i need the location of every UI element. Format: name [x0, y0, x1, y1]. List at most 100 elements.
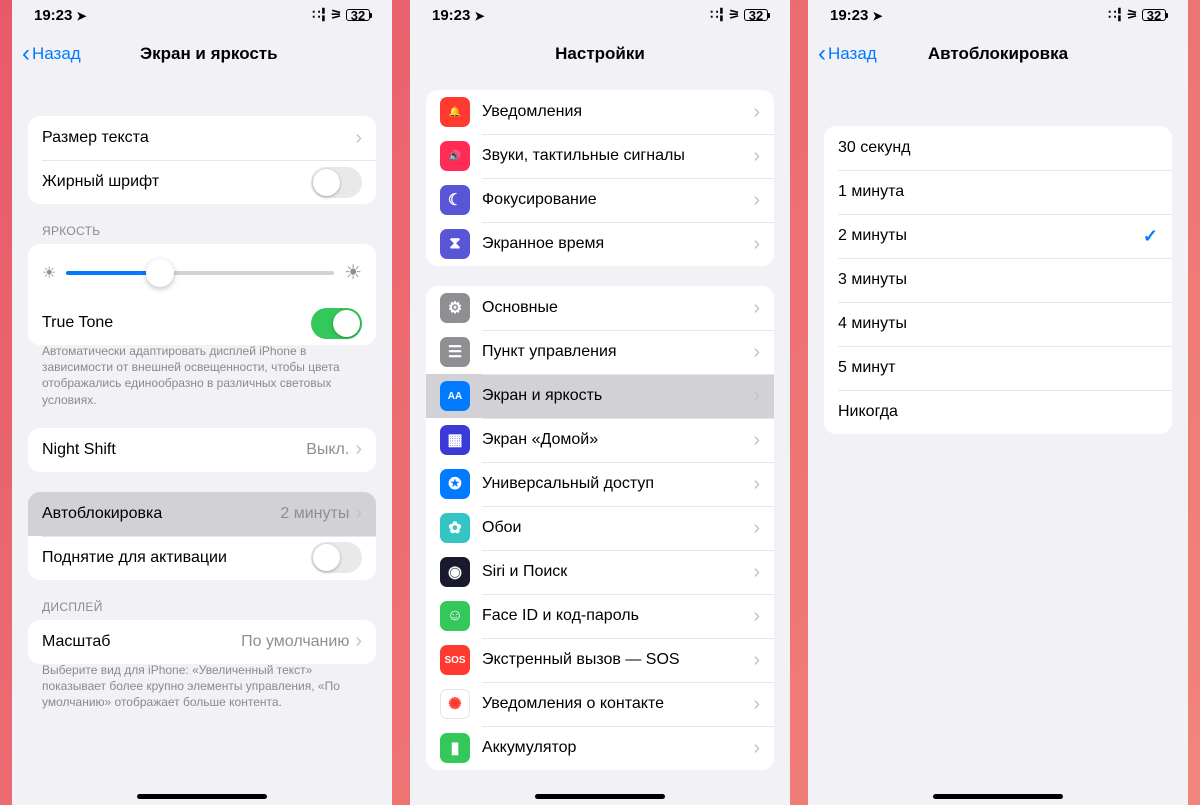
- sun-small-icon: ☀︎: [42, 263, 56, 283]
- content-area: 30 секунд 1 минута 2 минуты✓ 3 минуты 4 мину…: [808, 78, 1188, 805]
- settings-label: Экстренный вызов — SOS: [482, 651, 753, 669]
- settings-row[interactable]: ✿Обои›: [426, 506, 774, 550]
- home-indicator[interactable]: [137, 794, 267, 799]
- settings-row[interactable]: ✺Уведомления о контакте›: [426, 682, 774, 726]
- signal-icon: ∷╏: [710, 7, 724, 23]
- settings-row[interactable]: ▦Экран «Домой»›: [426, 418, 774, 462]
- status-bar: 19:23 ➤ ∷╏ ⚞ 32: [12, 0, 392, 30]
- chevron-right-icon: ›: [355, 438, 362, 461]
- phone-autolock: 19:23 ➤ ∷╏ ⚞ 32 ‹ Назад Автоблокировка 3…: [808, 0, 1188, 805]
- status-time: 19:23 ➤: [34, 7, 87, 24]
- settings-label: Face ID и код-пароль: [482, 607, 753, 625]
- settings-row[interactable]: ▮Аккумулятор›: [426, 726, 774, 770]
- autolock-option[interactable]: 5 минут: [824, 346, 1172, 390]
- location-icon: ➤: [475, 9, 485, 23]
- status-time: 19:23 ➤: [432, 7, 485, 24]
- chevron-right-icon: ›: [753, 605, 760, 628]
- text-size-label: Размер текста: [42, 129, 355, 147]
- bold-text-row[interactable]: Жирный шрифт: [28, 160, 376, 204]
- chevron-right-icon: ›: [753, 297, 760, 320]
- true-tone-note: Автоматически адаптировать дисплей iPhon…: [28, 337, 376, 408]
- zoom-row[interactable]: Масштаб По умолчанию ›: [28, 620, 376, 664]
- app-icon: ▦: [440, 425, 470, 455]
- autolock-option[interactable]: 2 минуты✓: [824, 214, 1172, 258]
- battery-icon: 32: [346, 9, 370, 21]
- chevron-right-icon: ›: [753, 233, 760, 256]
- settings-label: Основные: [482, 299, 753, 317]
- chevron-right-icon: ›: [753, 189, 760, 212]
- nav-bar: Настройки: [410, 30, 790, 78]
- text-size-row[interactable]: Размер текста ›: [28, 116, 376, 160]
- app-icon: ☾: [440, 185, 470, 215]
- raise-to-wake-row[interactable]: Поднятие для активации: [28, 536, 376, 580]
- autolock-option[interactable]: 30 секунд: [824, 126, 1172, 170]
- settings-row[interactable]: ◉Siri и Поиск›: [426, 550, 774, 594]
- settings-row[interactable]: SOSЭкстренный вызов — SOS›: [426, 638, 774, 682]
- settings-row[interactable]: ☾Фокусирование›: [426, 178, 774, 222]
- night-shift-value: Выкл.: [306, 441, 349, 459]
- settings-row[interactable]: ✪Универсальный доступ›: [426, 462, 774, 506]
- app-icon: ✿: [440, 513, 470, 543]
- app-icon: ▮: [440, 733, 470, 763]
- battery-icon: 32: [744, 9, 768, 21]
- settings-row[interactable]: ☰Пункт управления›: [426, 330, 774, 374]
- checkmark-icon: ✓: [1143, 226, 1158, 247]
- autolock-value: 2 минуты: [280, 505, 349, 523]
- app-icon: ⚙: [440, 293, 470, 323]
- bold-text-label: Жирный шрифт: [42, 173, 311, 191]
- autolock-option[interactable]: 3 минуты: [824, 258, 1172, 302]
- zoom-value: По умолчанию: [241, 633, 349, 651]
- autolock-option[interactable]: 1 минута: [824, 170, 1172, 214]
- raise-wake-switch[interactable]: [311, 542, 362, 573]
- true-tone-row[interactable]: True Tone: [28, 301, 376, 345]
- chevron-right-icon: ›: [753, 145, 760, 168]
- app-icon: ✺: [440, 689, 470, 719]
- chevron-right-icon: ›: [355, 502, 362, 525]
- chevron-left-icon: ‹: [818, 42, 826, 66]
- true-tone-switch[interactable]: [311, 308, 362, 339]
- brightness-slider[interactable]: [66, 271, 334, 275]
- brightness-header: ЯРКОСТЬ: [28, 224, 376, 244]
- chevron-right-icon: ›: [753, 693, 760, 716]
- phone-display-brightness: 19:23 ➤ ∷╏ ⚞ 32 ‹ Назад Экран и яркость …: [12, 0, 392, 805]
- autolock-label: Автоблокировка: [42, 505, 280, 523]
- night-shift-row[interactable]: Night Shift Выкл. ›: [28, 428, 376, 472]
- status-bar: 19:23 ➤ ∷╏ ⚞ 32: [410, 0, 790, 30]
- option-label: 3 минуты: [838, 271, 1158, 289]
- status-bar: 19:23 ➤ ∷╏ ⚞ 32: [808, 0, 1188, 30]
- location-icon: ➤: [77, 9, 87, 23]
- app-icon: SOS: [440, 645, 470, 675]
- settings-label: Уведомления: [482, 103, 753, 121]
- brightness-slider-row: ☀︎ ☀︎: [28, 244, 376, 301]
- option-label: 1 минута: [838, 183, 1158, 201]
- app-icon: ☰: [440, 337, 470, 367]
- wifi-icon: ⚞: [728, 7, 740, 23]
- back-button[interactable]: ‹ Назад: [22, 42, 81, 66]
- sun-big-icon: ☀︎: [344, 260, 362, 285]
- app-icon: 🔔: [440, 97, 470, 127]
- autolock-option[interactable]: Никогда: [824, 390, 1172, 434]
- settings-row[interactable]: ⚙ Основные›: [426, 286, 774, 330]
- settings-row[interactable]: AAЭкран и яркость›: [426, 374, 774, 418]
- chevron-right-icon: ›: [753, 473, 760, 496]
- settings-row[interactable]: 🔔Уведомления›: [426, 90, 774, 134]
- phone-settings: 19:23 ➤ ∷╏ ⚞ 32 Настройки 🔔Уведомления›🔊…: [410, 0, 790, 805]
- autolock-row[interactable]: Автоблокировка 2 минуты ›: [28, 492, 376, 536]
- settings-row[interactable]: ☺Face ID и код-пароль›: [426, 594, 774, 638]
- night-shift-label: Night Shift: [42, 441, 306, 459]
- settings-row[interactable]: 🔊Звуки, тактильные сигналы›: [426, 134, 774, 178]
- chevron-right-icon: ›: [753, 341, 760, 364]
- home-indicator[interactable]: [933, 794, 1063, 799]
- settings-label: Экран «Домой»: [482, 431, 753, 449]
- autolock-option[interactable]: 4 минуты: [824, 302, 1172, 346]
- option-label: 30 секунд: [838, 139, 1158, 157]
- settings-row[interactable]: ⧗Экранное время›: [426, 222, 774, 266]
- app-icon: ◉: [440, 557, 470, 587]
- zoom-note: Выберите вид для iPhone: «Увеличенный те…: [28, 656, 376, 711]
- home-indicator[interactable]: [535, 794, 665, 799]
- back-button[interactable]: ‹ Назад: [818, 42, 877, 66]
- status-time: 19:23 ➤: [830, 7, 883, 24]
- back-label: Назад: [32, 44, 81, 64]
- nav-bar: ‹ Назад Экран и яркость: [12, 30, 392, 78]
- bold-text-switch[interactable]: [311, 167, 362, 198]
